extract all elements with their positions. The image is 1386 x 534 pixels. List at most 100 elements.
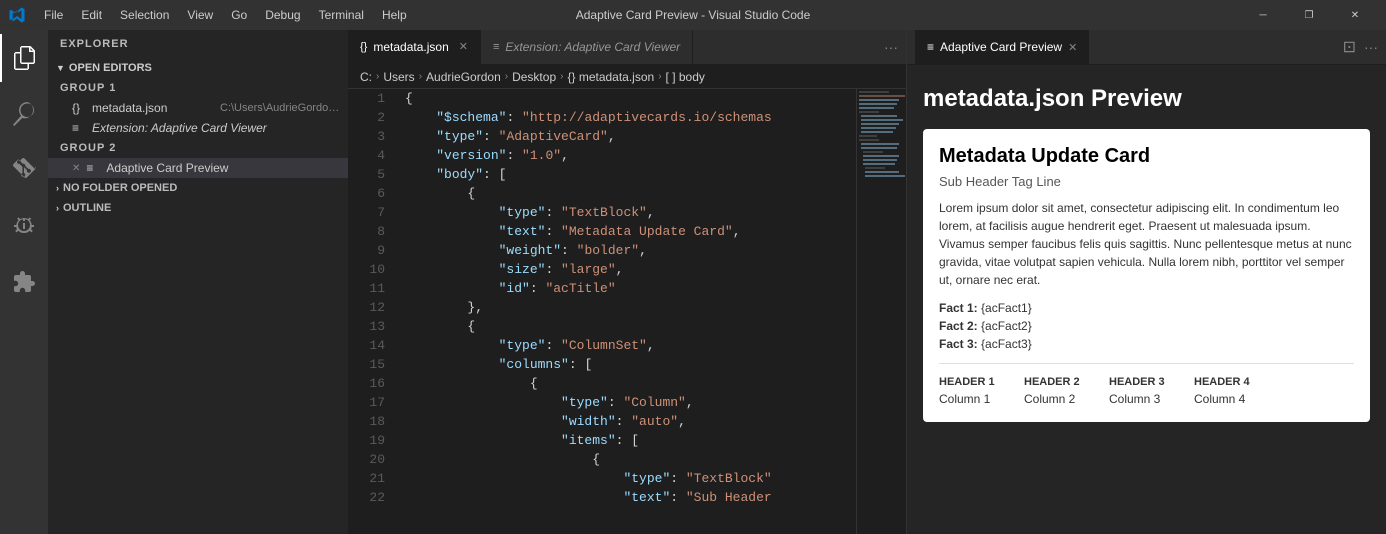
open-editors-section[interactable]: ▼ Open Editors (48, 58, 348, 78)
menu-edit[interactable]: Edit (73, 6, 110, 24)
code-line-3: "type": "AdaptiveCard", (405, 127, 844, 146)
sidebar-item-adaptive-card-viewer[interactable]: ≡ Extension: Adaptive Card Viewer (48, 118, 348, 138)
table-cell-1-2: Column 2 (1024, 392, 1089, 406)
breadcrumb-c[interactable]: C: (360, 70, 372, 84)
main-layout: Explorer ▼ Open Editors Group 1 {} metad… (0, 30, 1386, 534)
code-line-6: { (405, 184, 844, 203)
breadcrumb-sep-4: › (560, 71, 563, 82)
code-line-15: "columns": [ (405, 355, 844, 374)
fact-3-label: Fact 3: (939, 337, 978, 351)
metadata-json-name: metadata.json (92, 101, 214, 115)
code-line-1: { (405, 89, 844, 108)
preview-tab[interactable]: ≡ Adaptive Card Preview ✕ (915, 30, 1089, 65)
breadcrumb-body[interactable]: [ ] body (666, 70, 705, 84)
line-numbers: 12345 678910 1112131415 1617181920 2122 (348, 89, 393, 534)
breadcrumb-file[interactable]: {} metadata.json (567, 70, 654, 84)
code-line-10: "size": "large", (405, 260, 844, 279)
code-line-9: "weight": "bolder", (405, 241, 844, 260)
activity-explorer[interactable] (0, 34, 48, 82)
menu-bar: File Edit Selection View Go Debug Termin… (36, 6, 415, 24)
fact-1-label: Fact 1: (939, 301, 978, 315)
editor-tabs: {} metadata.json ✕ ≡ Extension: Adaptive… (348, 30, 906, 65)
table-header-2: HEADER 2 (1024, 376, 1089, 388)
fact-2-label: Fact 2: (939, 319, 978, 333)
table-header-4: HEADER 4 (1194, 376, 1259, 388)
split-editor-icon[interactable]: ⊡ (1343, 37, 1356, 57)
menu-help[interactable]: Help (374, 6, 415, 24)
open-editors-label: Open Editors (69, 62, 152, 74)
code-line-7: "type": "TextBlock", (405, 203, 844, 222)
close-preview-icon[interactable]: ✕ (72, 163, 80, 174)
code-line-2: "$schema": "http://adaptivecards.io/sche… (405, 108, 844, 127)
preview-content: metadata.json Preview Metadata Update Ca… (907, 65, 1386, 534)
window-controls: ─ ❐ ✕ (1240, 0, 1378, 30)
breadcrumb-sep-1: › (376, 71, 379, 82)
window-title: Adaptive Card Preview - Visual Studio Co… (576, 8, 811, 22)
code-line-4: "version": "1.0", (405, 146, 844, 165)
table-header-1: HEADER 1 (939, 376, 1004, 388)
code-line-8: "text": "Metadata Update Card", (405, 222, 844, 241)
table-cell-1-1: Column 1 (939, 392, 1004, 406)
code-content[interactable]: { "$schema": "http://adaptivecards.io/sc… (393, 89, 856, 534)
activity-search[interactable] (0, 90, 48, 138)
activity-git[interactable] (0, 146, 48, 194)
code-line-13: { (405, 317, 844, 336)
minimize-button[interactable]: ─ (1240, 0, 1286, 30)
no-folder-section[interactable]: › No Folder Opened (48, 178, 348, 198)
outline-chevron: › (56, 203, 59, 213)
adaptive-card-preview-name: Adaptive Card Preview (106, 161, 340, 175)
activity-extensions[interactable] (0, 258, 48, 306)
preview-tab-label: Adaptive Card Preview (940, 40, 1062, 54)
mini-map (856, 89, 906, 534)
breadcrumb-desktop[interactable]: Desktop (512, 70, 556, 84)
more-actions-icon[interactable]: ··· (1364, 39, 1378, 55)
code-editor[interactable]: 12345 678910 1112131415 1617181920 2122 … (348, 89, 906, 534)
card-divider (939, 363, 1354, 364)
close-button[interactable]: ✕ (1332, 0, 1378, 30)
json-tab-icon: {} (360, 41, 367, 53)
menu-debug[interactable]: Debug (257, 6, 308, 24)
code-line-16: { (405, 374, 844, 393)
preview-file-icon: ≡ (86, 161, 100, 175)
tab-metadata-json[interactable]: {} metadata.json ✕ (348, 30, 481, 64)
breadcrumb-users[interactable]: Users (383, 70, 414, 84)
preview-tab-actions: ⊡ ··· (1343, 37, 1378, 57)
menu-terminal[interactable]: Terminal (311, 6, 372, 24)
table-header-3: HEADER 3 (1109, 376, 1174, 388)
table-row-1: Column 1 Column 2 Column 3 Column 4 (939, 392, 1354, 406)
title-bar-left: File Edit Selection View Go Debug Termin… (8, 6, 415, 24)
preview-panel: ≡ Adaptive Card Preview ✕ ⊡ ··· metadata… (906, 30, 1386, 534)
sidebar: Explorer ▼ Open Editors Group 1 {} metad… (48, 30, 348, 534)
preview-tab-icon: ≡ (927, 40, 934, 54)
card-title: Metadata Update Card (939, 145, 1354, 168)
breadcrumb-audrie[interactable]: AudrieGordon (426, 70, 501, 84)
adaptive-card-viewer-name: Extension: Adaptive Card Viewer (92, 121, 340, 135)
no-folder-label: No Folder Opened (63, 182, 177, 194)
breadcrumb-sep-5: › (658, 71, 661, 82)
tab-metadata-json-close[interactable]: ✕ (459, 40, 468, 53)
menu-go[interactable]: Go (223, 6, 255, 24)
code-line-17: "type": "Column", (405, 393, 844, 412)
menu-file[interactable]: File (36, 6, 71, 24)
menu-view[interactable]: View (179, 6, 221, 24)
card-subtitle: Sub Header Tag Line (939, 174, 1354, 189)
sidebar-item-metadata-json[interactable]: {} metadata.json C:\Users\AudrieGordon\D… (48, 98, 348, 118)
code-line-12: }, (405, 298, 844, 317)
preview-tab-close[interactable]: ✕ (1068, 41, 1077, 54)
menu-selection[interactable]: Selection (112, 6, 177, 24)
tab-adaptive-card-viewer-label: Extension: Adaptive Card Viewer (505, 40, 680, 54)
activity-bar (0, 30, 48, 534)
breadcrumb-sep-2: › (419, 71, 422, 82)
card-facts: Fact 1: {acFact1} Fact 2: {acFact2} Fact… (939, 301, 1354, 351)
restore-button[interactable]: ❐ (1286, 0, 1332, 30)
tabs-more-button[interactable]: ··· (876, 30, 906, 64)
fact-1: Fact 1: {acFact1} (939, 301, 1354, 315)
vscode-logo-icon (8, 6, 26, 24)
card-table-headers: HEADER 1 HEADER 2 HEADER 3 HEADER 4 (939, 376, 1354, 388)
sidebar-item-adaptive-card-preview[interactable]: ✕ ≡ Adaptive Card Preview (48, 158, 348, 178)
tab-adaptive-card-viewer[interactable]: ≡ Extension: Adaptive Card Viewer (481, 30, 693, 64)
extension-file-icon: ≡ (72, 121, 86, 135)
outline-section[interactable]: › Outline (48, 198, 348, 218)
activity-debug[interactable] (0, 202, 48, 250)
code-line-22: "text": "Sub Header (405, 488, 844, 507)
